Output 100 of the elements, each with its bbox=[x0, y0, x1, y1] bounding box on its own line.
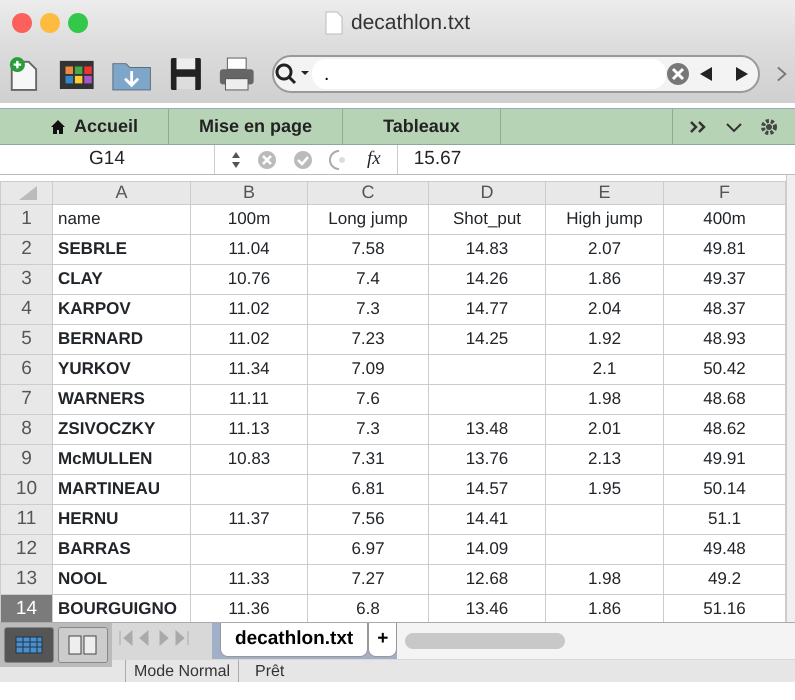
table-cell: 49.37 bbox=[703, 269, 746, 288]
table-cell: 1.86 bbox=[588, 599, 622, 618]
table-cell: 7.27 bbox=[351, 569, 385, 588]
table-cell: 2.1 bbox=[592, 359, 616, 378]
table-cell: 2.07 bbox=[588, 239, 622, 258]
table-cell: 13.76 bbox=[466, 449, 508, 468]
ribbon-tab[interactable]: Accueil bbox=[0, 109, 170, 144]
table-cell: 48.37 bbox=[703, 299, 746, 318]
column-header[interactable]: E bbox=[546, 182, 664, 204]
table-cell: McMULLEN bbox=[58, 449, 152, 468]
table-cell: NOOL bbox=[58, 569, 108, 588]
table-cell: 11.33 bbox=[228, 569, 270, 588]
table-cell: 7.56 bbox=[351, 509, 385, 528]
close-button[interactable] bbox=[12, 13, 32, 33]
table-cell: 49.2 bbox=[708, 569, 742, 588]
table-cell: SEBRLE bbox=[58, 239, 127, 258]
sheet-tab[interactable]: decathlon.txt bbox=[220, 623, 368, 657]
search-field[interactable]: . bbox=[272, 55, 760, 93]
table-cell: KARPOV bbox=[58, 299, 131, 318]
table-cell: 7.58 bbox=[351, 239, 385, 258]
table-cell: 1.86 bbox=[588, 269, 622, 288]
table-cell: 51.1 bbox=[708, 509, 742, 528]
status-mode: Mode Normal bbox=[125, 660, 240, 682]
table-cell: 14.83 bbox=[466, 239, 508, 258]
row-header[interactable]: 4 bbox=[0, 294, 52, 324]
table-cell: 48.93 bbox=[703, 329, 746, 348]
table-cell: 14.25 bbox=[466, 329, 508, 348]
table-cell: Shot_put bbox=[452, 209, 522, 228]
table-cell: name bbox=[58, 209, 101, 228]
table-cell: BOURGUIGNO bbox=[58, 599, 177, 618]
table-cell: 14.41 bbox=[466, 509, 508, 528]
scrollbar-thumb[interactable] bbox=[405, 633, 566, 649]
table-cell: CLAY bbox=[58, 269, 103, 288]
table-cell: 11.34 bbox=[228, 359, 270, 378]
column-header[interactable]: B bbox=[190, 182, 308, 204]
table-cell: 14.09 bbox=[466, 539, 508, 558]
table-cell: 400m bbox=[703, 209, 746, 228]
column-header[interactable]: C bbox=[308, 182, 428, 204]
row-header[interactable]: 3 bbox=[0, 264, 52, 294]
column-header[interactable]: A bbox=[52, 182, 190, 204]
column-header[interactable]: F bbox=[664, 182, 786, 204]
table-cell: WARNERS bbox=[58, 389, 145, 408]
table-cell: 1.95 bbox=[588, 479, 622, 498]
table-cell: 7.6 bbox=[356, 389, 380, 408]
function-button[interactable]: fx bbox=[367, 145, 381, 174]
table-cell: YURKOV bbox=[58, 359, 131, 378]
table-cell: 14.57 bbox=[466, 479, 508, 498]
grid-icon bbox=[15, 636, 43, 654]
table-cell: 11.02 bbox=[228, 329, 270, 348]
table-cell: 49.48 bbox=[703, 539, 746, 558]
table-cell: 11.36 bbox=[228, 599, 270, 618]
add-sheet-button[interactable]: + bbox=[368, 623, 398, 657]
row-header[interactable]: 6 bbox=[0, 354, 52, 384]
document-icon bbox=[324, 10, 343, 34]
row-header[interactable]: 14 bbox=[0, 594, 52, 622]
table-cell: 7.09 bbox=[351, 359, 385, 378]
pages-icon bbox=[68, 634, 98, 655]
table-cell: Long jump bbox=[328, 209, 408, 228]
table-cell: 1.98 bbox=[588, 389, 622, 408]
table-cell: 1.92 bbox=[588, 329, 622, 348]
chevron-icon[interactable] bbox=[776, 64, 787, 84]
row-header[interactable]: 2 bbox=[0, 234, 52, 264]
save-icon[interactable] bbox=[168, 55, 202, 93]
table-cell: 51.16 bbox=[703, 599, 746, 618]
table-cell: 7.31 bbox=[351, 449, 385, 468]
table-cell: 10.83 bbox=[228, 449, 270, 468]
status-text: Prêt bbox=[254, 662, 286, 682]
row-header[interactable]: 11 bbox=[0, 504, 52, 534]
row-header[interactable]: 12 bbox=[0, 534, 52, 564]
table-cell: BARRAS bbox=[58, 539, 131, 558]
column-header[interactable]: D bbox=[428, 182, 546, 204]
row-header[interactable]: 8 bbox=[0, 414, 52, 444]
name-box[interactable]: G14 bbox=[0, 145, 215, 174]
row-header[interactable]: 10 bbox=[0, 474, 52, 504]
table-cell: 49.81 bbox=[703, 239, 746, 258]
row-header[interactable]: 5 bbox=[0, 324, 52, 354]
window-title: decathlon.txt bbox=[350, 10, 470, 36]
ribbon-tab[interactable]: Tableaux bbox=[343, 109, 501, 144]
page-layout-button[interactable] bbox=[58, 627, 108, 663]
formula-value: 15.67 bbox=[412, 147, 462, 172]
clear-icon[interactable] bbox=[666, 62, 690, 86]
home-icon bbox=[50, 118, 66, 134]
table-cell: 2.01 bbox=[588, 419, 622, 438]
table-cell: 49.91 bbox=[703, 449, 746, 468]
ribbon-tab[interactable]: Mise en page bbox=[169, 109, 344, 144]
table-cell: 10.76 bbox=[228, 269, 270, 288]
table-cell: HERNU bbox=[58, 509, 118, 528]
row-header[interactable]: 9 bbox=[0, 444, 52, 474]
row-header[interactable]: 1 bbox=[0, 204, 52, 234]
table-cell: 6.8 bbox=[356, 599, 380, 618]
table-cell: BERNARD bbox=[58, 329, 143, 348]
normal-view-button[interactable] bbox=[4, 627, 54, 663]
row-header[interactable]: 13 bbox=[0, 564, 52, 594]
table-cell: 2.04 bbox=[588, 299, 622, 318]
stepper-icon[interactable] bbox=[231, 150, 241, 170]
row-header[interactable]: 7 bbox=[0, 384, 52, 414]
table-cell: 7.23 bbox=[351, 329, 385, 348]
printer-icon[interactable] bbox=[218, 55, 256, 93]
table-cell: 12.68 bbox=[466, 569, 508, 588]
settings-icon[interactable] bbox=[759, 116, 779, 136]
